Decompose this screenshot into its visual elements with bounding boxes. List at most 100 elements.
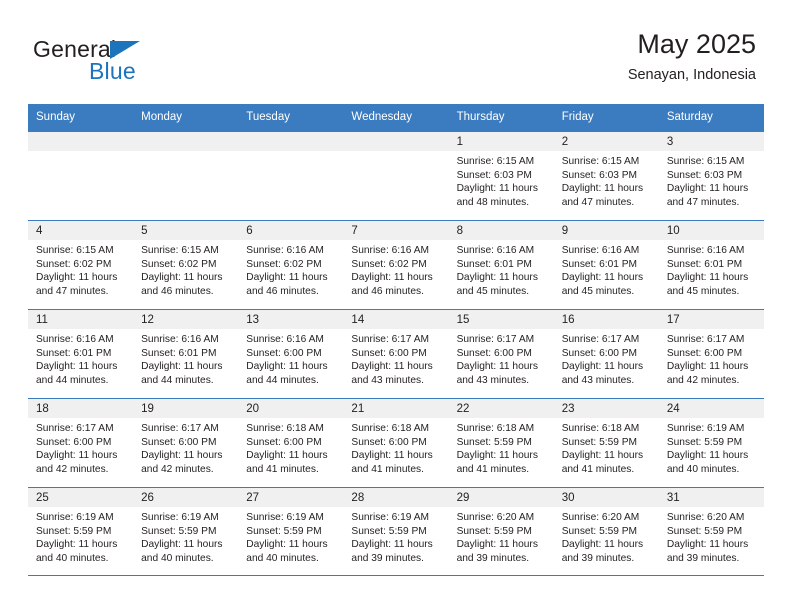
sunset-time: Sunset: 6:00 PM xyxy=(141,436,217,448)
day-cell[interactable]: 13 Sunrise: 6:16 AM Sunset: 6:00 PM Dayligh… xyxy=(238,310,344,398)
day-number: 25 xyxy=(28,488,134,507)
day-cell[interactable]: 12 Sunrise: 6:16 AM Sunset: 6:01 PM Dayligh… xyxy=(133,310,239,398)
calendar-page: General Blue May 2025 Senayan, Indonesia… xyxy=(0,0,792,612)
day-cell[interactable]: 10 Sunrise: 6:16 AM Sunset: 6:01 PM Dayligh… xyxy=(658,221,764,309)
day-number xyxy=(28,132,134,151)
daylight-duration-line1: Daylight: 11 hours xyxy=(141,539,223,551)
day-details: Sunrise: 6:18 AM Sunset: 6:00 PM Daylight:… xyxy=(238,418,343,476)
day-cell[interactable]: 9 Sunrise: 6:16 AM Sunset: 6:01 PM Daylight… xyxy=(553,221,659,309)
daylight-duration-line1: Daylight: 11 hours xyxy=(561,272,644,284)
daylight-duration-line2: and 47 minutes. xyxy=(561,196,635,208)
day-cell[interactable]: 11 Sunrise: 6:16 AM Sunset: 6:01 PM Dayligh… xyxy=(28,310,134,398)
day-details: Sunrise: 6:20 AM Sunset: 5:59 PM Daylight:… xyxy=(554,507,659,565)
day-cell[interactable]: 28 Sunrise: 6:19 AM Sunset: 5:59 PM Dayligh… xyxy=(343,488,449,575)
sunset-time: Sunset: 6:01 PM xyxy=(561,258,638,270)
sunset-time: Sunset: 6:01 PM xyxy=(141,347,217,359)
day-cell[interactable]: 2 Sunrise: 6:15 AM Sunset: 6:03 PM Daylight… xyxy=(553,132,659,220)
day-cell[interactable]: 6 Sunrise: 6:16 AM Sunset: 6:02 PM Daylight… xyxy=(238,221,344,309)
day-details: Sunrise: 6:15 AM Sunset: 6:03 PM Daylight:… xyxy=(449,151,554,209)
day-cell[interactable]: 16 Sunrise: 6:17 AM Sunset: 6:00 PM Dayligh… xyxy=(553,310,659,398)
day-cell-empty xyxy=(133,132,239,220)
sunset-time: Sunset: 6:00 PM xyxy=(456,347,532,359)
daylight-duration-line2: and 39 minutes. xyxy=(561,552,635,564)
day-number: 30 xyxy=(553,488,659,507)
sunset-time: Sunset: 6:00 PM xyxy=(666,347,743,359)
sunset-time: Sunset: 5:59 PM xyxy=(666,436,743,448)
weekday-header-thursday: Thursday xyxy=(456,111,505,123)
day-number: 3 xyxy=(658,132,764,151)
day-cell[interactable]: 29 Sunrise: 6:20 AM Sunset: 5:59 PM Dayligh… xyxy=(448,488,554,575)
day-details: Sunrise: 6:15 AM Sunset: 6:02 PM Daylight:… xyxy=(28,240,133,298)
day-number xyxy=(343,132,449,151)
sunset-time: Sunset: 6:00 PM xyxy=(351,347,427,359)
daylight-duration-line2: and 47 minutes. xyxy=(36,285,109,297)
sunrise-time: Sunrise: 6:17 AM xyxy=(351,334,430,345)
sunset-time: Sunset: 5:59 PM xyxy=(36,525,112,537)
daylight-duration-line2: and 44 minutes. xyxy=(141,374,214,386)
day-details: Sunrise: 6:17 AM Sunset: 6:00 PM Daylight:… xyxy=(554,329,659,387)
day-details: Sunrise: 6:16 AM Sunset: 6:00 PM Daylight:… xyxy=(238,329,343,387)
day-cell[interactable]: 21 Sunrise: 6:18 AM Sunset: 6:00 PM Dayligh… xyxy=(343,399,449,487)
day-cell[interactable]: 22 Sunrise: 6:18 AM Sunset: 5:59 PM Dayligh… xyxy=(448,399,554,487)
day-number: 28 xyxy=(343,488,449,507)
sunset-time: Sunset: 5:59 PM xyxy=(666,525,743,537)
day-cell[interactable]: 30 Sunrise: 6:20 AM Sunset: 5:59 PM Dayligh… xyxy=(553,488,659,575)
sunset-time: Sunset: 5:59 PM xyxy=(561,436,638,448)
day-cell[interactable]: 20 Sunrise: 6:18 AM Sunset: 6:00 PM Dayligh… xyxy=(238,399,344,487)
weekday-header-saturday: Saturday xyxy=(666,111,713,123)
day-details: Sunrise: 6:19 AM Sunset: 5:59 PM Daylight:… xyxy=(343,507,448,565)
day-cell[interactable]: 24 Sunrise: 6:19 AM Sunset: 5:59 PM Dayligh… xyxy=(658,399,764,487)
day-cell[interactable]: 4 Sunrise: 6:15 AM Sunset: 6:02 PM Daylight… xyxy=(28,221,134,309)
day-cell[interactable]: 18 Sunrise: 6:17 AM Sunset: 6:00 PM Dayligh… xyxy=(28,399,134,487)
sunrise-time: Sunrise: 6:19 AM xyxy=(351,512,430,523)
sunrise-time: Sunrise: 6:17 AM xyxy=(561,334,640,345)
sunrise-time: Sunrise: 6:17 AM xyxy=(36,423,114,434)
sunset-time: Sunset: 6:03 PM xyxy=(561,169,638,181)
general-blue-logo[interactable]: General Blue xyxy=(33,36,213,88)
daylight-duration-line2: and 43 minutes. xyxy=(351,374,424,386)
sunrise-time: Sunrise: 6:16 AM xyxy=(246,245,324,256)
sunrise-time: Sunrise: 6:16 AM xyxy=(351,245,430,256)
day-cell[interactable]: 15 Sunrise: 6:17 AM Sunset: 6:00 PM Dayligh… xyxy=(448,310,554,398)
page-title: May 2025 xyxy=(637,29,756,59)
day-number: 16 xyxy=(553,310,659,329)
daylight-duration-line1: Daylight: 11 hours xyxy=(351,361,433,373)
logo-text-blue: Blue xyxy=(89,58,136,84)
day-details: Sunrise: 6:16 AM Sunset: 6:02 PM Daylight:… xyxy=(343,240,448,298)
sunset-time: Sunset: 6:02 PM xyxy=(246,258,322,270)
day-cell[interactable]: 17 Sunrise: 6:17 AM Sunset: 6:00 PM Dayligh… xyxy=(658,310,764,398)
day-cell[interactable]: 31 Sunrise: 6:20 AM Sunset: 5:59 PM Dayligh… xyxy=(658,488,764,575)
week-row: 25 Sunrise: 6:19 AM Sunset: 5:59 PM Dayligh… xyxy=(28,487,764,576)
weekday-header-sunday: Sunday xyxy=(36,111,76,123)
day-details: Sunrise: 6:16 AM Sunset: 6:01 PM Daylight:… xyxy=(133,329,238,387)
day-number: 12 xyxy=(133,310,239,329)
day-details: Sunrise: 6:18 AM Sunset: 6:00 PM Daylight:… xyxy=(343,418,448,476)
day-cell[interactable]: 14 Sunrise: 6:17 AM Sunset: 6:00 PM Dayligh… xyxy=(343,310,449,398)
daylight-duration-line1: Daylight: 11 hours xyxy=(456,183,538,195)
day-details: Sunrise: 6:15 AM Sunset: 6:03 PM Daylight:… xyxy=(659,151,764,209)
daylight-duration-line2: and 44 minutes. xyxy=(246,374,319,386)
day-cell[interactable]: 5 Sunrise: 6:15 AM Sunset: 6:02 PM Daylight… xyxy=(133,221,239,309)
day-cell[interactable]: 7 Sunrise: 6:16 AM Sunset: 6:02 PM Daylight… xyxy=(343,221,449,309)
day-cell[interactable]: 27 Sunrise: 6:19 AM Sunset: 5:59 PM Dayligh… xyxy=(238,488,344,575)
day-cell[interactable]: 3 Sunrise: 6:15 AM Sunset: 6:03 PM Daylight… xyxy=(658,132,764,220)
daylight-duration-line2: and 42 minutes. xyxy=(36,463,109,475)
daylight-duration-line1: Daylight: 11 hours xyxy=(456,361,538,373)
sunrise-time: Sunrise: 6:19 AM xyxy=(141,512,219,523)
sunset-time: Sunset: 6:00 PM xyxy=(351,436,427,448)
day-number: 5 xyxy=(133,221,239,240)
calendar-grid: Sunday Monday Tuesday Wednesday Thursday… xyxy=(28,104,764,576)
daylight-duration-line1: Daylight: 11 hours xyxy=(36,539,118,551)
day-cell[interactable]: 8 Sunrise: 6:16 AM Sunset: 6:01 PM Daylight… xyxy=(448,221,554,309)
day-number: 17 xyxy=(658,310,764,329)
day-cell[interactable]: 1 Sunrise: 6:15 AM Sunset: 6:03 PM Daylight… xyxy=(448,132,554,220)
day-cell[interactable]: 19 Sunrise: 6:17 AM Sunset: 6:00 PM Dayligh… xyxy=(133,399,239,487)
daylight-duration-line2: and 40 minutes. xyxy=(141,552,214,564)
daylight-duration-line2: and 40 minutes. xyxy=(246,552,319,564)
day-cell[interactable]: 23 Sunrise: 6:18 AM Sunset: 5:59 PM Dayligh… xyxy=(553,399,659,487)
sunrise-time: Sunrise: 6:16 AM xyxy=(141,334,219,345)
day-cell[interactable]: 26 Sunrise: 6:19 AM Sunset: 5:59 PM Dayligh… xyxy=(133,488,239,575)
day-cell[interactable]: 25 Sunrise: 6:19 AM Sunset: 5:59 PM Dayligh… xyxy=(28,488,134,575)
sunrise-time: Sunrise: 6:19 AM xyxy=(666,423,745,434)
day-details: Sunrise: 6:20 AM Sunset: 5:59 PM Daylight:… xyxy=(659,507,764,565)
